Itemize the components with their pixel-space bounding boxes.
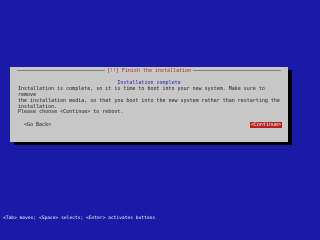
continue-button[interactable]: <Continue>	[249, 122, 282, 128]
dialog-title-bar: [!!] Finish the installation	[10, 68, 288, 74]
dialog-prompt: Please choose <Continue> to reboot.	[18, 109, 124, 115]
title-rule-left	[16, 70, 105, 71]
keyboard-help-bar: <Tab> moves; <Space> selects; <Enter> ac…	[3, 216, 156, 221]
dialog-message: Installation is complete, so it is time …	[18, 86, 280, 110]
go-back-button[interactable]: <Go Back>	[24, 122, 51, 128]
title-rule-right	[193, 70, 282, 71]
dialog-title: [!!] Finish the installation	[106, 68, 192, 74]
finish-installation-dialog: [!!] Finish the installation Installatio…	[10, 67, 288, 142]
